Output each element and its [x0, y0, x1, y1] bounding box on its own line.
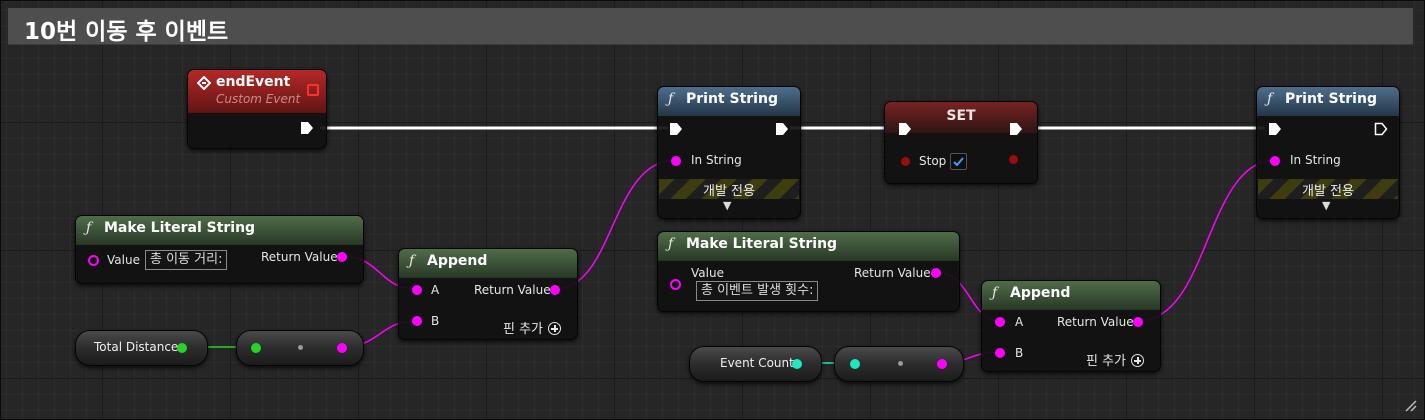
- float-in-pin[interactable]: [251, 343, 261, 353]
- return-value-pin[interactable]: [1133, 317, 1143, 327]
- string-out-pin[interactable]: [337, 343, 347, 353]
- node-title: Print String: [686, 91, 778, 107]
- checkmark-icon: [953, 157, 964, 167]
- return-value-pin[interactable]: [931, 268, 941, 278]
- pin-a-label: A: [1015, 315, 1024, 329]
- node-append-2[interactable]: ƒ Append A Return Value B 핀 추가: [981, 280, 1161, 372]
- node-title: Make Literal String: [104, 220, 256, 236]
- knot-dot: [898, 361, 903, 366]
- delegate-pin-icon[interactable]: [307, 84, 319, 96]
- literal-value-input[interactable]: 총 이벤트 발생 횟수:: [696, 281, 819, 301]
- node-title: Print String: [1285, 91, 1377, 107]
- literal-value-input[interactable]: 총 이동 거리:: [145, 250, 228, 270]
- in-string-label: In String: [691, 153, 742, 167]
- in-string-label: In String: [1290, 153, 1341, 167]
- development-only-banner: 개발 전용: [659, 179, 799, 199]
- string-out-pin[interactable]: [937, 359, 947, 369]
- return-value-label: Return Value: [474, 283, 551, 297]
- chevron-down-icon[interactable]: ▼: [1322, 199, 1330, 212]
- value-label: Value: [107, 253, 140, 267]
- add-pin-label: 핀 추가: [1086, 354, 1127, 369]
- in-string-pin[interactable]: [671, 156, 681, 166]
- blueprint-graph-canvas[interactable]: 10번 이동 후 이벤트 endEvent Custom Event ƒ Mak…: [0, 0, 1425, 420]
- int-in-pin[interactable]: [850, 359, 860, 369]
- variable-get-event-count[interactable]: Event Count: [689, 346, 822, 382]
- value-label: Value: [691, 266, 724, 280]
- return-value-label: Return Value: [261, 250, 338, 264]
- add-pin-button[interactable]: 핀 추가: [503, 318, 562, 337]
- node-print-string-1[interactable]: ƒ Print String In String 개발 전용 ▼: [657, 86, 801, 219]
- node-make-literal-string-2[interactable]: ƒ Make Literal String Value Return Value…: [657, 231, 960, 312]
- stop-label: Stop: [919, 154, 947, 168]
- exec-in-pin[interactable]: [898, 122, 912, 136]
- value-in-pin[interactable]: [670, 279, 681, 290]
- node-title: endEvent: [216, 74, 291, 90]
- node-title: Append: [1010, 285, 1071, 301]
- exec-out-pin[interactable]: [775, 122, 789, 136]
- node-end-event[interactable]: endEvent Custom Event: [187, 69, 327, 149]
- comment-title: 10번 이동 후 이벤트: [24, 19, 229, 45]
- function-f-icon: ƒ: [409, 253, 415, 269]
- add-pin-button[interactable]: 핀 추가: [1086, 350, 1145, 369]
- dev-only-label: 개발 전용: [1302, 184, 1354, 199]
- comment-box-header[interactable]: 10번 이동 후 이벤트: [8, 8, 1413, 45]
- reroute-convert-node-1[interactable]: [236, 330, 364, 366]
- add-pin-label: 핀 추가: [503, 322, 544, 337]
- exec-in-pin[interactable]: [669, 122, 683, 136]
- pin-b-label: B: [1015, 346, 1024, 360]
- pin-b[interactable]: [995, 348, 1005, 358]
- pin-a[interactable]: [995, 317, 1005, 327]
- return-value-label: Return Value: [854, 266, 931, 280]
- resize-grip-icon[interactable]: [1403, 398, 1417, 412]
- float-out-pin[interactable]: [177, 343, 187, 353]
- return-value-label: Return Value: [1057, 315, 1134, 329]
- function-f-icon: ƒ: [86, 220, 92, 236]
- variable-label: Event Count: [720, 356, 794, 370]
- knot-dot: [298, 345, 303, 350]
- add-circle-icon: [548, 322, 562, 335]
- variable-label: Total Distance: [94, 340, 179, 354]
- node-subtitle: Custom Event: [216, 92, 301, 106]
- chevron-down-icon[interactable]: ▼: [723, 199, 731, 212]
- reroute-convert-node-2[interactable]: [834, 346, 964, 382]
- pin-b-label: B: [431, 314, 440, 328]
- node-make-literal-string-1[interactable]: ƒ Make Literal String Value 총 이동 거리: Ret…: [75, 215, 364, 284]
- development-only-banner: 개발 전용: [1258, 179, 1398, 199]
- return-value-pin[interactable]: [337, 252, 347, 262]
- event-diamond-icon: [197, 76, 211, 90]
- node-title: Make Literal String: [686, 236, 838, 252]
- stop-checkbox[interactable]: [950, 153, 967, 170]
- exec-in-pin[interactable]: [1268, 122, 1282, 136]
- function-f-icon: ƒ: [668, 91, 674, 107]
- node-print-string-2[interactable]: ƒ Print String In String 개발 전용 ▼: [1256, 86, 1400, 219]
- function-f-icon: ƒ: [668, 236, 674, 252]
- stop-in-pin[interactable]: [901, 157, 910, 166]
- stop-out-pin[interactable]: [1009, 155, 1018, 164]
- exec-out-pin[interactable]: [300, 121, 314, 135]
- value-in-pin[interactable]: [88, 255, 99, 266]
- node-title: Append: [427, 253, 488, 269]
- exec-out-pin-unconnected[interactable]: [1374, 122, 1388, 136]
- exec-out-pin[interactable]: [1009, 122, 1023, 136]
- pin-b[interactable]: [412, 316, 422, 326]
- return-value-pin[interactable]: [550, 285, 560, 295]
- node-set-stop[interactable]: SET Stop: [884, 101, 1038, 184]
- function-f-icon: ƒ: [1267, 91, 1273, 107]
- add-circle-icon: [1131, 354, 1145, 367]
- function-f-icon: ƒ: [992, 285, 998, 301]
- node-append-1[interactable]: ƒ Append A Return Value B 핀 추가: [398, 248, 578, 340]
- int-out-pin[interactable]: [792, 359, 802, 369]
- pin-a[interactable]: [412, 285, 422, 295]
- variable-get-total-distance[interactable]: Total Distance: [75, 330, 208, 366]
- pin-a-label: A: [431, 283, 440, 297]
- dev-only-label: 개발 전용: [703, 184, 755, 199]
- in-string-pin[interactable]: [1270, 156, 1280, 166]
